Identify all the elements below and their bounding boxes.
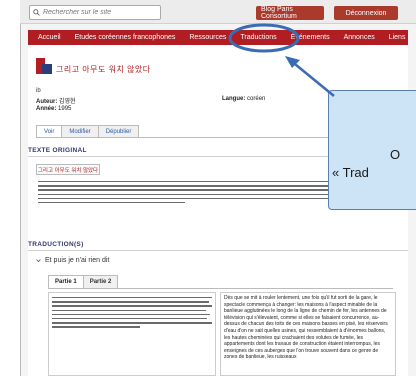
tab-partie-1[interactable]: Partie 1 <box>48 275 84 288</box>
part-tabs-divider <box>48 288 393 289</box>
search-icon <box>33 9 40 16</box>
translation-item[interactable]: Et puis je n'ai rien dit <box>36 257 109 264</box>
language-value: coréen <box>247 96 266 102</box>
page-title: 그리고 아무도 워치 않았다 <box>56 65 151 74</box>
year-field: Année: 1995 <box>36 106 71 112</box>
nav-accueil[interactable]: Accueil <box>28 30 68 45</box>
search-input[interactable] <box>43 9 153 16</box>
author-field: Auteur: 김영현 <box>36 96 76 105</box>
nav-traductions[interactable]: Traductions <box>233 30 283 45</box>
nav-ressources[interactable]: Ressources <box>182 30 233 45</box>
language-field: Langue: coréen <box>222 96 265 102</box>
year-value: 1995 <box>58 106 72 112</box>
nav-liens[interactable]: Liens <box>382 30 413 45</box>
chevron-down-icon <box>36 259 41 263</box>
callout-line-1: O <box>390 147 401 162</box>
translation-text: Dès que se mit à rouler lentement, une f… <box>224 295 388 361</box>
language-label: Langue: <box>222 96 246 102</box>
callout-line-2: « Trad <box>332 165 369 180</box>
year-label: Année: <box>36 106 57 112</box>
original-text-heading: TEXTE ORIGINAL <box>28 147 87 154</box>
top-bar: Blog Paris Consortium Déconnexion <box>20 0 416 24</box>
original-part-text <box>52 297 212 331</box>
nav-annonces[interactable]: Annonces <box>337 30 382 45</box>
translation-item-label: Et puis je n'ai rien dit <box>45 257 110 264</box>
nav-evenements[interactable]: Événements <box>284 30 337 45</box>
search-box[interactable] <box>29 5 161 20</box>
logout-button[interactable]: Déconnexion <box>334 6 398 20</box>
author-value: 김영현 <box>59 99 76 105</box>
tab-partie-2[interactable]: Partie 2 <box>82 275 119 288</box>
original-title-box: 그리고 아무도 워치 않았다 <box>36 164 100 175</box>
author-label: Auteur: <box>36 99 58 105</box>
translations-heading: TRADUCTION(S) <box>28 241 84 248</box>
part-tabs: Partie 1 Partie 2 <box>48 275 119 288</box>
annotation-callout-text: O « Trad <box>332 146 401 182</box>
main-nav: Accueil Etudes coréennes francophones Re… <box>28 30 408 45</box>
nav-etudes[interactable]: Etudes coréennes francophones <box>68 30 183 45</box>
page-mark: ib <box>36 88 41 94</box>
section-divider <box>28 250 408 251</box>
blog-consortium-button[interactable]: Blog Paris Consortium <box>256 6 324 20</box>
site-logo <box>36 58 52 74</box>
